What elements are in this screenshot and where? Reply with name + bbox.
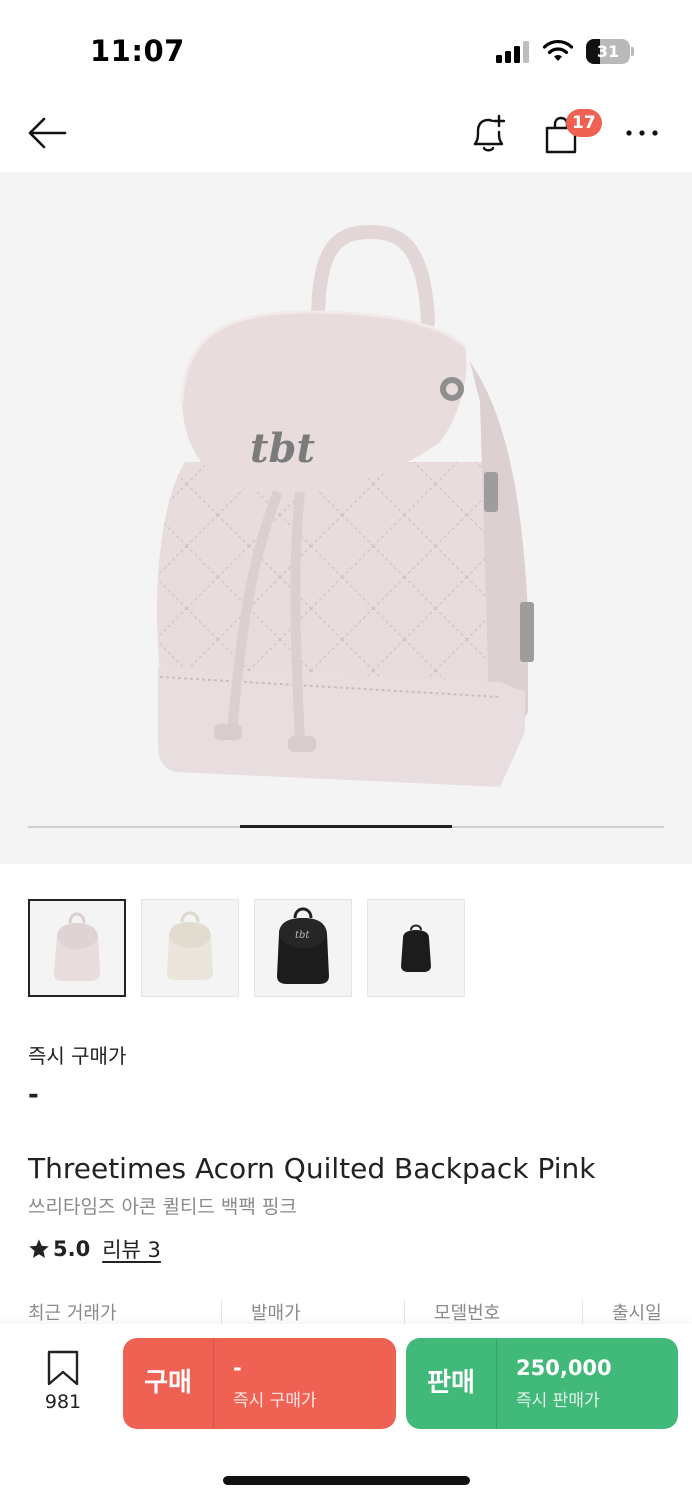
cart-count-badge: 17 <box>566 109 602 137</box>
thumbnail-black-small[interactable] <box>367 899 465 997</box>
buy-button[interactable]: 구매 - 즉시 구매가 <box>123 1338 396 1429</box>
status-time: 11:07 <box>90 34 185 68</box>
bottom-action-bar: 981 구매 - 즉시 구매가 판매 250,000 즉시 판매가 <box>0 1324 692 1500</box>
instant-buy-price: - <box>28 1080 39 1110</box>
rating-value: 5.0 <box>53 1237 91 1261</box>
more-icon <box>626 130 658 136</box>
star-icon <box>29 1239 49 1258</box>
sell-button-price: 250,000 <box>516 1356 612 1380</box>
info-model-number-label: 모델번호 <box>434 1303 501 1324</box>
rating-row: 5.0 리뷰 3 <box>28 1234 161 1264</box>
cart-button[interactable]: 17 <box>540 109 602 155</box>
sell-button-label: 판매 <box>427 1368 475 1398</box>
variant-thumbnails: tbt <box>28 899 465 997</box>
thumbnail-ivory[interactable] <box>141 899 239 997</box>
notification-button[interactable] <box>464 111 514 155</box>
status-bar: 11:07 31 <box>0 0 692 95</box>
buy-button-price: - <box>233 1356 242 1380</box>
buy-button-label: 구매 <box>144 1368 192 1398</box>
battery-level: 31 <box>596 42 620 61</box>
wishlist-button[interactable]: 981 <box>32 1350 94 1416</box>
product-image: tbt <box>157 224 534 787</box>
info-recent-price-label: 최근 거래가 <box>28 1303 117 1324</box>
sell-button[interactable]: 판매 250,000 즉시 판매가 <box>406 1338 678 1429</box>
thumbnail-pink[interactable] <box>28 899 126 997</box>
wishlist-count: 981 <box>44 1391 82 1413</box>
product-info-row: 최근 거래가 발매가 모델번호 출시일 <box>0 1296 692 1326</box>
instant-buy-label: 즉시 구매가 <box>28 1044 127 1068</box>
product-title: Threetimes Acorn Quilted Backpack Pink <box>28 1152 596 1185</box>
svg-text:tbt: tbt <box>250 425 315 472</box>
review-link[interactable]: 리뷰 3 <box>102 1234 161 1264</box>
wifi-icon <box>542 40 574 61</box>
product-subtitle: 쓰리타임즈 아콘 퀼티드 백팩 핑크 <box>28 1196 297 1218</box>
info-release-date-label: 출시일 <box>612 1303 662 1324</box>
more-button[interactable] <box>620 111 664 155</box>
carousel-indicator <box>28 825 664 828</box>
buy-button-sublabel: 즉시 구매가 <box>233 1391 317 1411</box>
sell-button-sublabel: 즉시 판매가 <box>516 1391 600 1411</box>
carousel-indicator-thumb <box>240 825 452 828</box>
svg-text:tbt: tbt <box>295 930 310 941</box>
product-image-carousel[interactable]: tbt <box>0 172 692 864</box>
battery-icon: 31 <box>586 39 634 64</box>
cellular-signal-icon <box>496 41 529 63</box>
info-release-price-label: 발매가 <box>251 1303 301 1324</box>
thumbnail-black-large[interactable]: tbt <box>254 899 352 997</box>
bookmark-icon <box>47 1350 79 1386</box>
bell-plus-icon <box>473 114 506 152</box>
top-nav: 17 <box>0 95 692 172</box>
back-arrow-icon <box>28 117 67 149</box>
back-button[interactable] <box>22 111 72 155</box>
home-indicator[interactable] <box>223 1476 470 1485</box>
